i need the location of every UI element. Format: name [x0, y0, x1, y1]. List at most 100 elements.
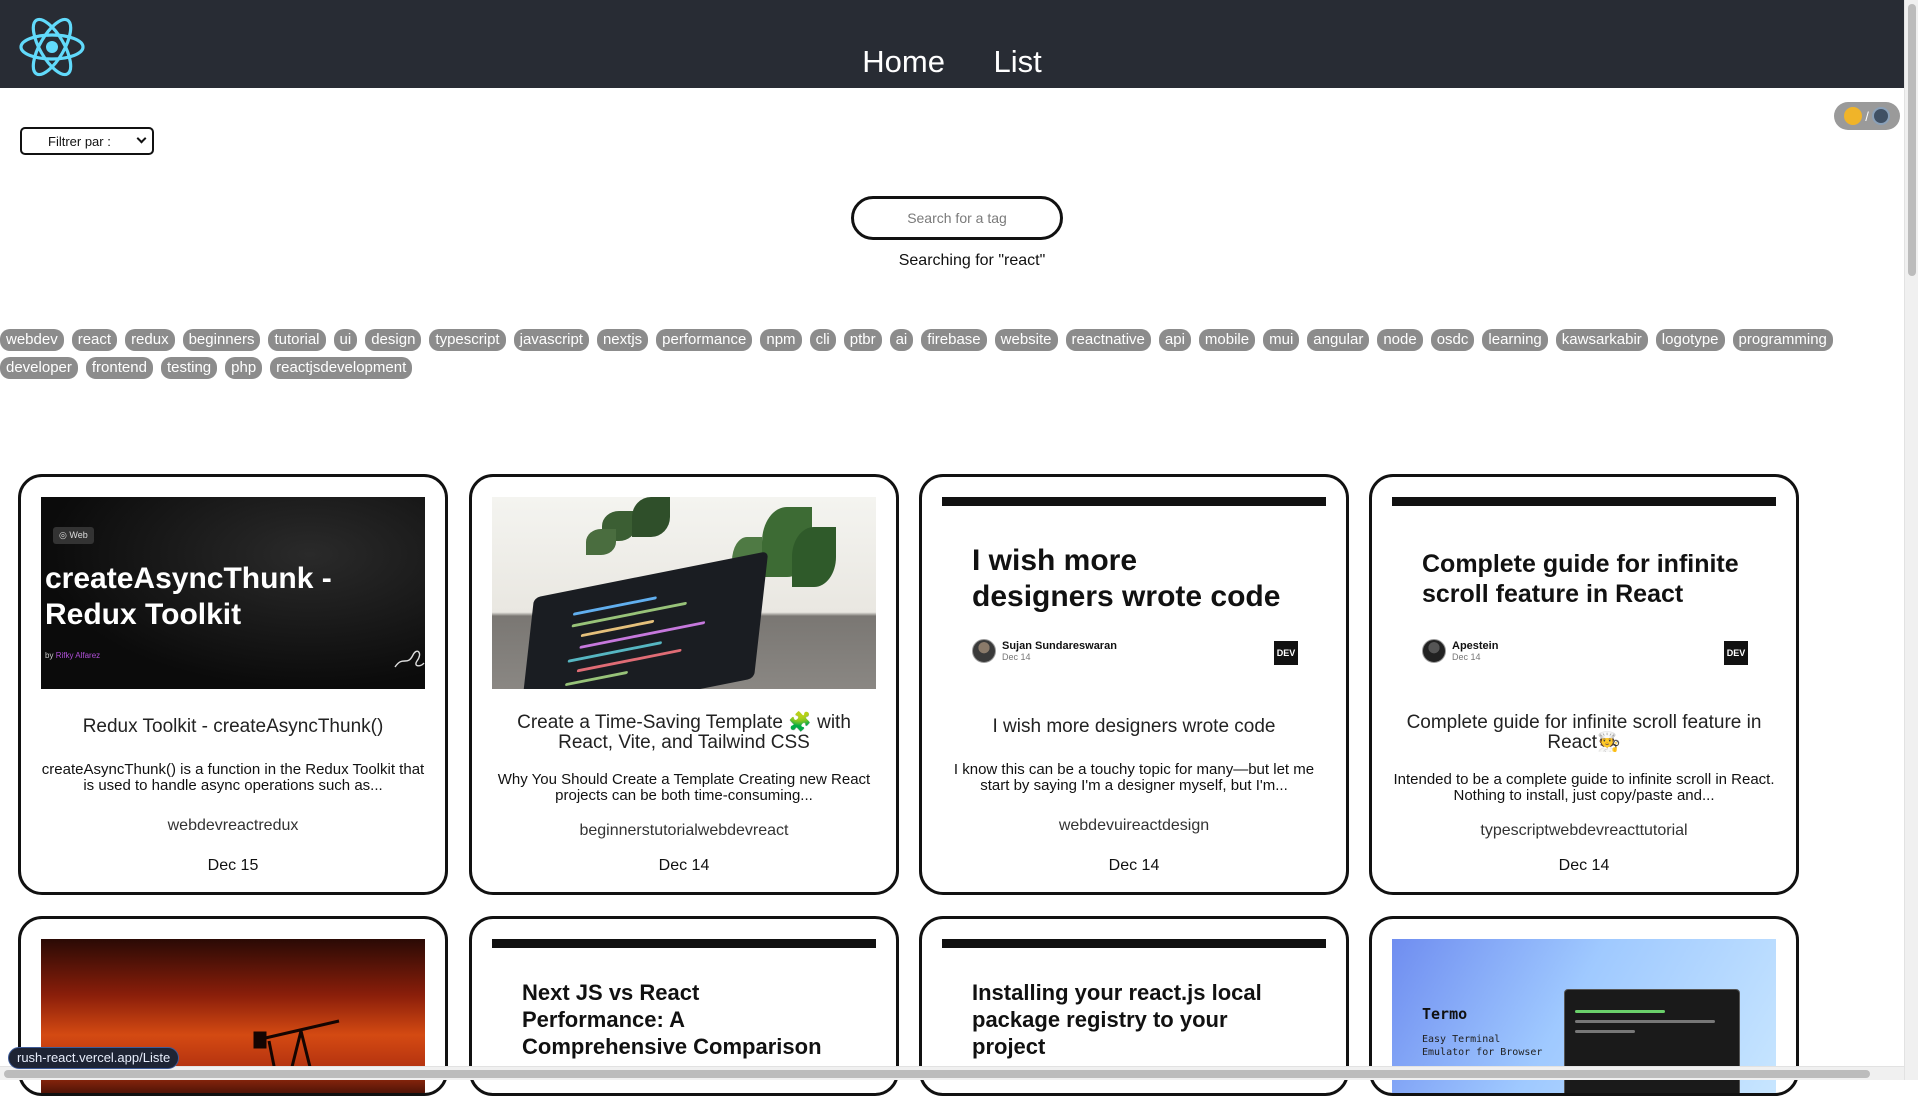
tag-chip[interactable]: testing [161, 357, 217, 379]
article-tags: webdevuireactdesign [922, 817, 1346, 835]
sun-face-icon [1844, 107, 1862, 125]
scrollbar-thumb[interactable] [4, 1070, 1870, 1078]
article-description: Intended to be a complete guide to infin… [1392, 772, 1776, 804]
cover-top-bar [492, 939, 876, 948]
nav-home-link[interactable]: Home [862, 44, 945, 80]
article-description: Why You Should Create a Template Creatin… [492, 772, 876, 804]
cover-author-date: Dec 14 [1002, 652, 1117, 662]
tag-chip[interactable]: ptbr [844, 329, 882, 351]
main-nav: Home List [0, 44, 1904, 80]
filter-select[interactable]: Filtrer par : [20, 127, 154, 155]
tag-chip[interactable]: tutorial [268, 329, 325, 351]
article-title[interactable]: Complete guide for infinite scroll featu… [1388, 713, 1780, 753]
tag-chip[interactable]: frontend [86, 357, 153, 379]
dev-logo-icon: DEV [1274, 641, 1298, 665]
article-title[interactable]: Redux Toolkit - createAsyncThunk() [37, 717, 429, 737]
plant-leaf-shape [792, 527, 836, 587]
avatar [972, 639, 996, 663]
tag-chip[interactable]: kawsarkabir [1556, 329, 1648, 351]
tag-chip[interactable]: performance [656, 329, 752, 351]
tag-chip[interactable]: design [365, 329, 421, 351]
tag-chip[interactable]: cli [810, 329, 836, 351]
signature-icon [393, 645, 425, 671]
tag-chip[interactable]: api [1159, 329, 1191, 351]
article-cover-image: ◎ Web createAsyncThunk - Redux Toolkit b… [41, 497, 425, 689]
cover-heading: Next JS vs React Performance: A Comprehe… [522, 979, 842, 1060]
article-date: Dec 14 [472, 857, 896, 875]
article-date: Dec 15 [21, 857, 445, 875]
chevron-down-icon [137, 134, 147, 144]
cover-top-bar [942, 497, 1326, 506]
code-line [1575, 1030, 1635, 1033]
tag-search-input[interactable] [851, 196, 1063, 240]
article-description: createAsyncThunk() is a function in the … [41, 762, 425, 794]
oil-pump-icon [251, 1001, 341, 1071]
code-line [565, 671, 628, 686]
cover-author: Apestein Dec 14 [1422, 639, 1498, 663]
tag-chip[interactable]: osdc [1431, 329, 1475, 351]
tag-chip[interactable]: php [225, 357, 262, 379]
theme-toggle[interactable]: / [1834, 102, 1900, 130]
cover-author: Sujan Sundareswaran Dec 14 [972, 639, 1117, 663]
cover-byline: by Rifky Alfarez [45, 651, 100, 660]
cover-heading: Termo [1422, 1005, 1467, 1023]
article-card[interactable]: Complete guide for infinite scroll featu… [1369, 474, 1799, 895]
tag-chip[interactable]: npm [760, 329, 801, 351]
search-status-text: Searching for "react" [0, 252, 1918, 270]
tag-chip[interactable]: mobile [1199, 329, 1255, 351]
cover-subtitle: Easy Terminal Emulator for Browser [1422, 1033, 1542, 1059]
article-tags: typescriptwebdevreacttutorial [1372, 822, 1796, 840]
tag-chip[interactable]: reactnative [1066, 329, 1151, 351]
tag-chip[interactable]: mui [1263, 329, 1299, 351]
top-navbar: Home List [0, 0, 1904, 88]
tag-chip[interactable]: redux [125, 329, 175, 351]
plant-leaf-shape [632, 497, 670, 537]
tag-chip[interactable]: logotype [1656, 329, 1725, 351]
horizontal-scrollbar[interactable] [0, 1066, 1904, 1080]
link-status-url: rush-react.vercel.app/Liste [8, 1047, 179, 1069]
tag-chip[interactable]: reactjsdevelopment [270, 357, 412, 379]
laptop-image [520, 551, 769, 689]
nav-list-link[interactable]: List [993, 44, 1041, 80]
tag-chip[interactable]: node [1377, 329, 1422, 351]
tag-chip[interactable]: nextjs [597, 329, 648, 351]
article-date: Dec 14 [922, 857, 1346, 875]
tag-chip[interactable]: javascript [514, 329, 589, 351]
avatar [1422, 639, 1446, 663]
vertical-scrollbar[interactable] [1904, 0, 1918, 1080]
cover-heading: I wish more designers wrote code [972, 543, 1282, 615]
tag-chip[interactable]: website [995, 329, 1058, 351]
tag-chip[interactable]: firebase [921, 329, 986, 351]
article-card[interactable]: ◎ Web createAsyncThunk - Redux Toolkit b… [18, 474, 448, 895]
cover-author-name: Sujan Sundareswaran [1002, 640, 1117, 652]
tag-chip[interactable]: webdev [0, 329, 64, 351]
article-date: Dec 14 [1372, 857, 1796, 875]
cover-heading: Installing your react.js local package r… [972, 979, 1272, 1060]
article-cover-image [492, 497, 876, 689]
tag-list: webdev react redux beginners tutorial ui… [0, 329, 1880, 379]
article-description: I know this can be a touchy topic for ma… [942, 762, 1326, 794]
article-title[interactable]: I wish more designers wrote code [938, 717, 1330, 737]
filter-select-value: Filtrer par : [48, 134, 111, 149]
tag-chip[interactable]: typescript [429, 329, 505, 351]
cover-badge: ◎ Web [53, 527, 94, 544]
article-card[interactable]: Create a Time-Saving Template 🧩 with Rea… [469, 474, 899, 895]
article-cover-image: I wish more designers wrote code Sujan S… [942, 497, 1326, 689]
tag-chip[interactable]: beginners [183, 329, 261, 351]
tag-chip[interactable]: react [72, 329, 117, 351]
scrollbar-thumb[interactable] [1908, 4, 1916, 276]
article-card[interactable]: I wish more designers wrote code Sujan S… [919, 474, 1349, 895]
tag-chip[interactable]: angular [1307, 329, 1369, 351]
cover-author-date: Dec 14 [1452, 652, 1498, 662]
plant-leaf-shape [586, 529, 616, 555]
tag-chip[interactable]: ui [334, 329, 358, 351]
cover-author-name: Apestein [1452, 640, 1498, 652]
cover-heading: createAsyncThunk - Redux Toolkit [45, 561, 425, 633]
tag-chip[interactable]: programming [1733, 329, 1833, 351]
tag-chip[interactable]: ai [890, 329, 914, 351]
tag-chip[interactable]: developer [0, 357, 78, 379]
code-line [1575, 1020, 1715, 1023]
tag-chip[interactable]: learning [1482, 329, 1547, 351]
code-line [1575, 1010, 1665, 1013]
article-title[interactable]: Create a Time-Saving Template 🧩 with Rea… [488, 713, 880, 753]
